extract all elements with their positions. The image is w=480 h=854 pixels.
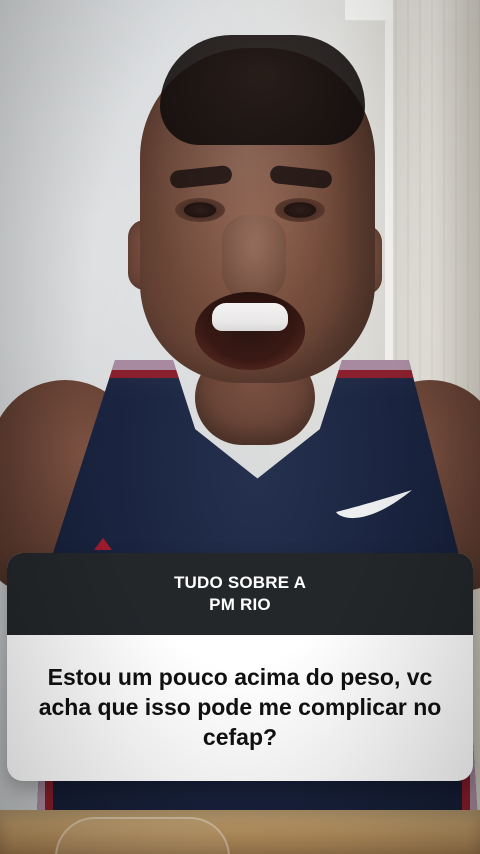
question-sticker: TUDO SOBRE A PM RIO Estou um pouco acima… (7, 553, 473, 781)
nose (222, 215, 286, 303)
question-sticker-header: TUDO SOBRE A PM RIO (7, 553, 473, 635)
right-eye (275, 198, 325, 222)
left-eye (175, 198, 225, 222)
question-sticker-body: Estou um pouco acima do peso, vc acha qu… (7, 635, 473, 781)
swoosh-logo-icon (336, 490, 412, 519)
teeth (212, 303, 288, 331)
story-screen: TUDO SOBRE A PM RIO Estou um pouco acima… (0, 0, 480, 854)
question-sticker-text: Estou um pouco acima do peso, vc acha qu… (38, 664, 442, 750)
hair (160, 35, 365, 145)
question-sticker-title: TUDO SOBRE A PM RIO (173, 573, 307, 614)
glass-rim (55, 817, 230, 854)
